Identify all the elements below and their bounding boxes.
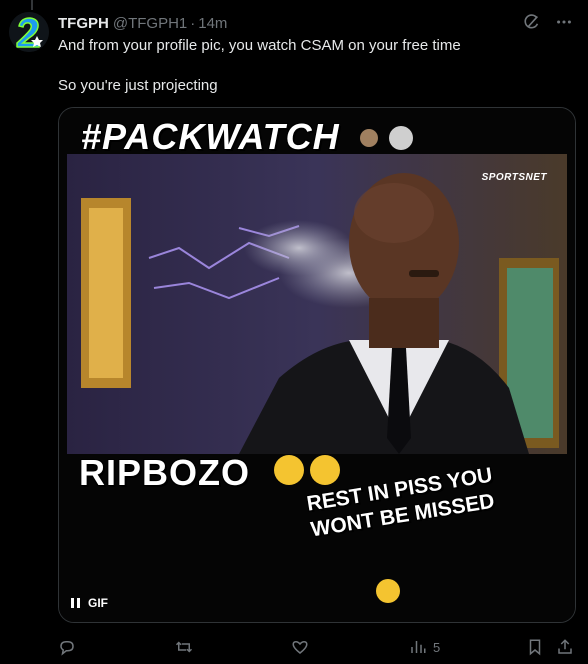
author-handle[interactable]: @TFGPH1 <box>113 15 187 32</box>
reply-icon <box>60 641 74 656</box>
thread-line <box>31 0 33 10</box>
grok-icon[interactable] <box>522 12 542 32</box>
share-button[interactable] <box>556 638 574 656</box>
bookmark-icon <box>529 639 541 656</box>
avatar-image <box>9 12 49 52</box>
tweet-paragraph: And from your profile pic, you watch CSA… <box>58 37 461 54</box>
tweet-header: TFGPH @TFGPH1 · 14m <box>58 13 227 33</box>
separator: · <box>190 14 196 32</box>
gif-media[interactable]: #PACKWATCH SPORTSNET RIPBOZO REST IN PIS… <box>58 107 576 623</box>
views-button[interactable]: 5 <box>409 638 440 656</box>
bookmark-button[interactable] <box>526 638 544 656</box>
author-name[interactable]: TFGPH <box>58 15 109 32</box>
share-icon <box>558 639 572 654</box>
tweet-actions: 5 <box>58 636 576 658</box>
tweet[interactable]: TFGPH @TFGPH1 · 14m And from your profil… <box>0 0 588 664</box>
sportsnet-logo: SPORTSNET <box>481 172 547 183</box>
tweet-text: And from your profile pic, you watch CSA… <box>58 36 568 96</box>
gif-frame <box>59 108 575 622</box>
views-icon <box>411 641 426 653</box>
reply-button[interactable] <box>58 638 82 656</box>
views-count: 5 <box>433 639 441 655</box>
gif-badge[interactable]: GIF <box>71 596 108 610</box>
more-icon[interactable] <box>554 12 574 32</box>
retweet-icon <box>175 641 193 653</box>
tweet-top-actions <box>522 12 574 32</box>
gif-caption-middle: RIPBOZO <box>79 452 251 493</box>
avatar[interactable] <box>9 12 49 52</box>
timestamp[interactable]: 14m <box>198 15 227 32</box>
gif-label: GIF <box>88 596 108 610</box>
retweet-button[interactable] <box>175 638 199 656</box>
like-icon <box>292 640 308 654</box>
gif-caption-top: #PACKWATCH <box>81 116 340 157</box>
like-button[interactable] <box>291 638 315 656</box>
pause-icon[interactable] <box>71 598 80 608</box>
tweet-paragraph: So you're just projecting <box>58 77 218 94</box>
